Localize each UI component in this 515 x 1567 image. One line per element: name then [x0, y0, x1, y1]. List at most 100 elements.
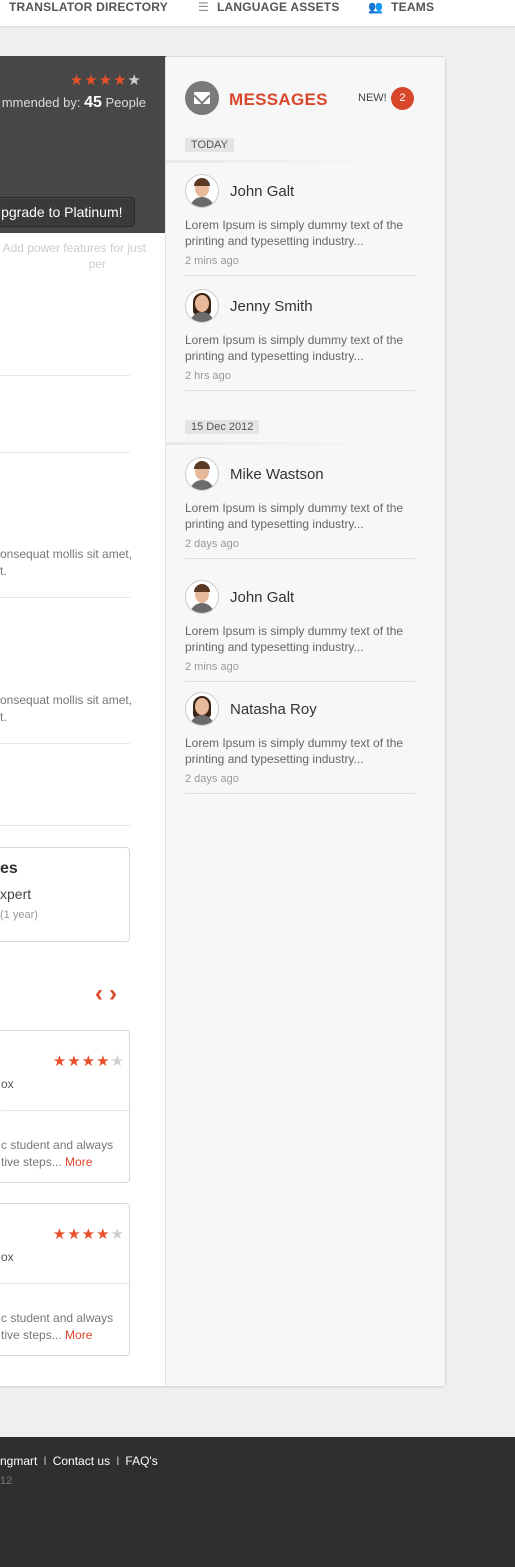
more-link[interactable]: More — [65, 1328, 92, 1342]
footer-link-company[interactable]: ngmart — [0, 1454, 37, 1468]
avatar — [185, 692, 219, 726]
price-value: $ 1299 — [48, 257, 86, 271]
review-author: ox — [1, 1250, 14, 1264]
message-preview: Lorem Ipsum is simply dummy text of the … — [185, 736, 404, 766]
carousel-arrows: ‹› — [95, 980, 123, 1008]
footer-link-contact[interactable]: Contact us — [53, 1454, 110, 1468]
expertise-title: es — [0, 860, 18, 877]
footer-links: ngmart I Contact us I FAQ's — [0, 1454, 158, 1468]
star-icon: ★ — [52, 1053, 68, 1070]
nav-translator-directory[interactable]: TRANSLATOR DIRECTORY — [9, 0, 168, 14]
new-label: NEW! — [358, 92, 387, 104]
divider — [185, 390, 415, 391]
message-time: 2 mins ago — [185, 661, 239, 673]
price-text: $ 1299 per month — [49, 257, 146, 271]
review-line: c student and always — [1, 1311, 114, 1325]
rating-stars: ★★★★★ — [70, 71, 142, 89]
divider — [1, 1283, 131, 1284]
message-sender: Mike Wastson — [230, 466, 324, 483]
message-preview: Lorem Ipsum is simply dummy text of the … — [185, 624, 404, 654]
upgrade-button[interactable]: Upgrade to Platinum! — [0, 197, 135, 227]
divider — [0, 452, 130, 453]
new-count-badge: 2 — [391, 87, 414, 110]
snippet-line: onsequat mollis sit amet, — [0, 547, 133, 561]
star-icon: ★ — [52, 1226, 68, 1243]
expertise-level: xpert — [0, 886, 32, 902]
divider — [185, 681, 415, 682]
top-navigation: TRANSLATOR DIRECTORY ☰ LANGUAGE ASSETS 👥 T… — [0, 0, 515, 27]
divider — [1, 1110, 131, 1111]
message-preview: Lorem Ipsum is simply dummy text of the … — [185, 501, 404, 531]
messages-title[interactable]: MESSAGES — [229, 90, 328, 110]
footer-separator: I — [43, 1454, 47, 1468]
divider — [185, 275, 415, 276]
review-author: ox — [1, 1077, 14, 1091]
divider — [0, 597, 130, 598]
review-card: ★★★★★ ox c student and always tive steps… — [0, 1203, 131, 1356]
date-label: TODAY — [185, 138, 234, 152]
divider — [0, 825, 130, 826]
divider — [185, 558, 415, 559]
avatar — [185, 289, 219, 323]
more-link[interactable]: More — [65, 1155, 92, 1169]
star-icon: ★ — [113, 72, 128, 89]
nav-assets-label: LANGUAGE ASSETS — [216, 0, 340, 14]
date-label: 15 Dec 2012 — [185, 420, 260, 434]
price-per: per — [88, 257, 106, 271]
footer-copyright: 12 — [0, 1475, 13, 1487]
divider — [185, 793, 415, 794]
star-icon: ★ — [98, 72, 114, 89]
avatar — [185, 580, 219, 614]
envelope-icon — [185, 81, 219, 115]
review-text: c student and always tive steps... More — [1, 1310, 113, 1344]
divider — [0, 375, 130, 376]
expertise-duration: (1 year) — [0, 909, 38, 921]
avatar — [185, 174, 219, 208]
star-icon: ★ — [81, 1053, 97, 1070]
date-divider — [166, 160, 386, 163]
message-time: 2 mins ago — [185, 255, 239, 267]
star-icon: ★ — [84, 72, 99, 89]
prev-arrow-icon[interactable]: ‹ — [95, 980, 109, 1007]
message-sender: Natasha Roy — [230, 701, 317, 718]
review-card: ★★★★★ ox c student and always tive steps… — [0, 1030, 131, 1183]
recommended-by: mmended by: 45 People — [2, 94, 146, 112]
review-line: tive steps... — [1, 1155, 62, 1169]
nav-translator-label: TRANSLATOR DIRECTORY — [9, 0, 168, 14]
message-time: 2 days ago — [185, 773, 239, 785]
review-rating-stars: ★★★★★ — [53, 1052, 125, 1070]
power-features-text: Add power features for just — [2, 241, 146, 255]
star-empty-icon: ★ — [127, 72, 142, 89]
divider — [0, 743, 130, 744]
star-icon: ★ — [67, 1226, 82, 1243]
star-icon: ★ — [69, 72, 85, 89]
star-icon: ★ — [96, 1053, 111, 1070]
star-icon: ★ — [96, 1226, 111, 1243]
review-line: c student and always — [1, 1138, 114, 1152]
star-icon: ★ — [81, 1226, 97, 1243]
recommended-prefix: mmended by: — [1, 95, 81, 110]
date-divider — [166, 442, 386, 445]
nav-teams[interactable]: 👥 TEAMS — [368, 0, 434, 14]
nav-language-assets[interactable]: ☰ LANGUAGE ASSETS — [198, 0, 340, 14]
snippet-line: t. — [0, 564, 7, 578]
next-arrow-icon[interactable]: › — [109, 980, 123, 1007]
message-sender: Jenny Smith — [230, 298, 313, 315]
recommended-count: 45 — [84, 94, 102, 111]
message-sender: John Galt — [230, 589, 295, 606]
nav-teams-label: TEAMS — [391, 0, 435, 14]
star-empty-icon: ★ — [110, 1053, 125, 1070]
snippet-line: onsequat mollis sit amet, — [0, 693, 133, 707]
review-rating-stars: ★★★★★ — [53, 1225, 125, 1243]
users-icon: 👥 — [368, 0, 384, 14]
star-empty-icon: ★ — [110, 1226, 125, 1243]
recommended-suffix: People — [105, 95, 146, 110]
list-item-snippet: onsequat mollis sit amet, t. — [0, 692, 132, 726]
list-item-snippet: onsequat mollis sit amet, t. — [0, 546, 132, 580]
message-sender: John Galt — [230, 183, 295, 200]
review-text: c student and always tive steps... More — [1, 1137, 113, 1171]
footer-link-faq[interactable]: FAQ's — [125, 1454, 157, 1468]
snippet-line: t. — [0, 710, 7, 724]
review-line: tive steps... — [1, 1328, 62, 1342]
list-icon: ☰ — [198, 0, 209, 14]
